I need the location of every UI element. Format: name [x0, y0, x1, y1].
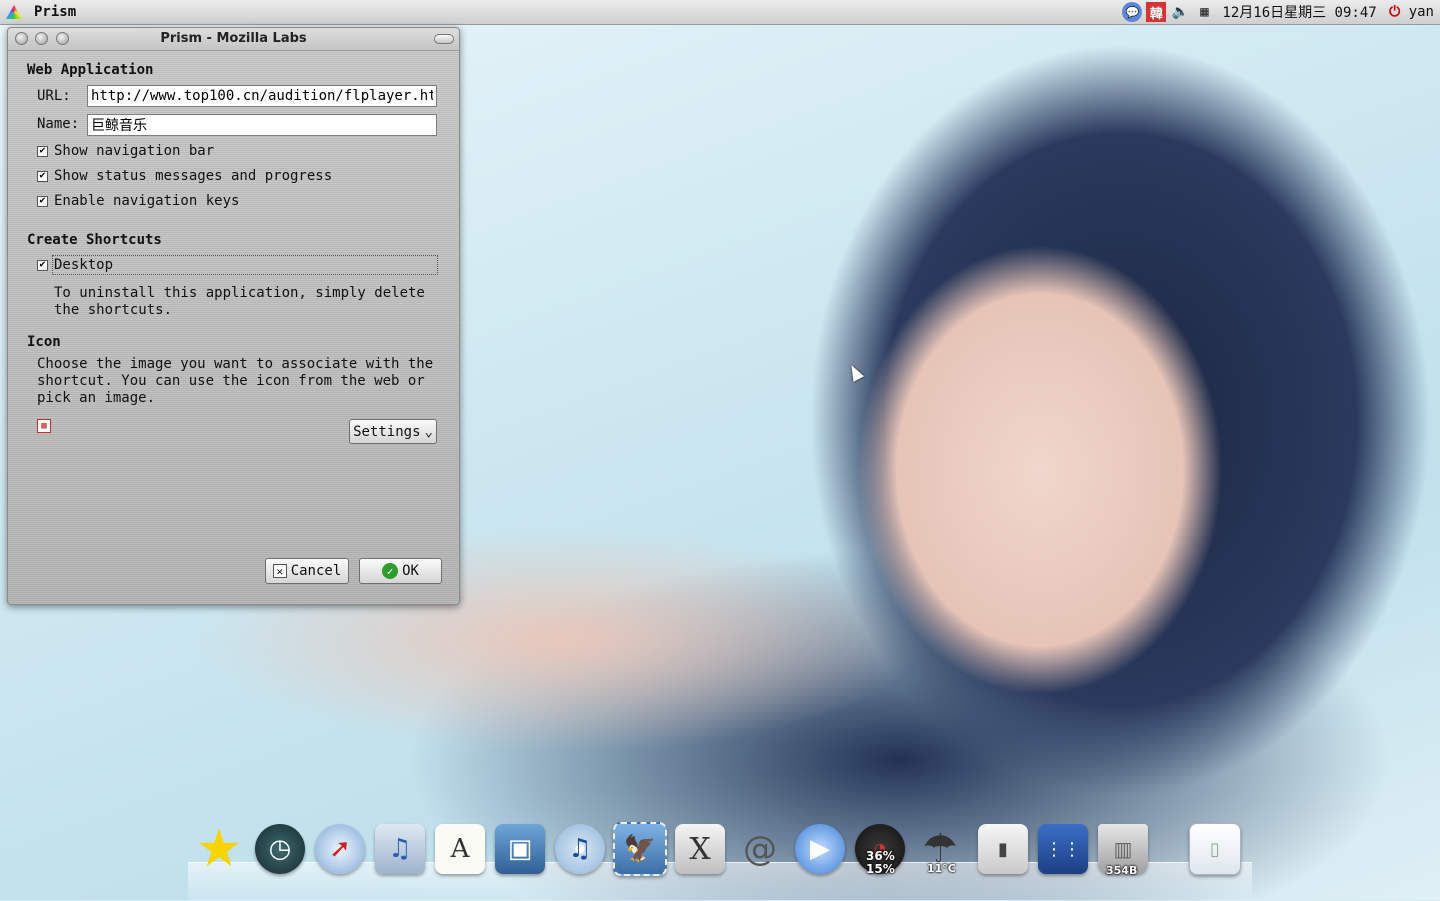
web-application-heading: Web Application — [27, 62, 154, 78]
show-status-messages-option[interactable]: ✔ Show status messages and progress — [37, 168, 332, 184]
desktop-shortcut-checkbox[interactable]: ✔ — [37, 259, 48, 271]
uninstall-help-line: the shortcuts. — [54, 302, 173, 318]
cpu-usage-top: 36% — [866, 849, 895, 863]
stack-icon: ▯ — [1189, 823, 1241, 875]
clock-icon: ◷ — [255, 824, 305, 874]
window-shade-button[interactable] — [434, 34, 454, 44]
uninstall-help-line: To uninstall this application, simply de… — [54, 285, 425, 301]
music-note-icon: ♫ — [375, 824, 425, 874]
settings-label: Settings — [353, 423, 421, 440]
dock-item-chat[interactable]: X — [673, 822, 727, 876]
toggle-icon: ▮ — [978, 824, 1028, 874]
chat-icon: X — [675, 824, 725, 874]
dock-item-cpu-monitor[interactable]: ◔ 36% 15% — [853, 822, 907, 876]
username[interactable]: yan — [1409, 4, 1434, 20]
compass-icon: ➚ — [315, 824, 365, 874]
settings-dropdown-button[interactable]: Settings ⌄ — [349, 419, 437, 444]
camera-icon: ▶ — [795, 824, 845, 874]
dock-item-toggle[interactable]: ▮ — [976, 822, 1030, 876]
icon-heading: Icon — [27, 334, 61, 350]
ok-button[interactable]: ✓ OK — [359, 558, 442, 584]
icon-help-line: shortcut. You can use the icon from the … — [37, 373, 425, 389]
dock-item-itunes[interactable]: ♫ — [553, 822, 607, 876]
show-status-messages-checkbox[interactable]: ✔ — [37, 170, 48, 182]
show-navigation-bar-label: Show navigation bar — [54, 143, 215, 159]
desktop-shortcut-label: Desktop — [54, 257, 114, 273]
dock-item-itunes-doc[interactable]: ♫ — [373, 822, 427, 876]
url-label: URL: — [37, 88, 71, 104]
chevron-down-icon: ⌄ — [424, 423, 433, 440]
enable-navigation-keys-label: Enable navigation keys — [54, 193, 240, 209]
icon-help-line: Choose the image you want to associate w… — [37, 356, 434, 372]
dock-item-favorites[interactable]: ★ — [192, 819, 246, 879]
star-icon: ★ — [195, 819, 243, 879]
dock-item-safari[interactable]: ➚ — [313, 822, 367, 876]
input-method-icon[interactable]: 韓 — [1146, 2, 1167, 22]
close-icon: ✕ — [272, 564, 287, 578]
app-name: Prism — [34, 4, 77, 20]
prism-logo-icon — [4, 2, 24, 22]
show-status-messages-label: Show status messages and progress — [54, 168, 333, 184]
volume-icon[interactable]: 🔈 — [1170, 2, 1190, 22]
create-shortcuts-heading: Create Shortcuts — [27, 232, 162, 248]
app-icon-preview[interactable]: ▦ — [37, 419, 51, 433]
power-icon[interactable]: ⏻ — [1385, 2, 1405, 22]
desktop-shortcut-option[interactable]: ✔ Desktop — [37, 257, 113, 273]
url-input[interactable] — [87, 85, 437, 107]
window-titlebar[interactable]: Prism - Mozilla Labs — [8, 28, 459, 51]
dock-item-time-machine[interactable]: ◷ — [253, 822, 307, 876]
at-icon: @ — [743, 829, 777, 869]
dock-item-mail-stamp[interactable]: 🦅 — [613, 822, 667, 876]
dock-item-text-edit[interactable]: A — [433, 822, 487, 876]
chat-bubble-icon[interactable]: 💬 — [1122, 2, 1143, 22]
document-icon: A — [435, 824, 485, 874]
clock[interactable]: 12月16日星期三 09:47 — [1222, 2, 1376, 22]
cancel-label: Cancel — [290, 563, 342, 579]
dock-item-spaces[interactable]: ⋮⋮ — [1036, 822, 1090, 876]
dock-item-documents-stack[interactable]: ▯ — [1188, 822, 1242, 876]
dock-item-video-chat[interactable]: ▶ — [793, 822, 847, 876]
icon-help-line: pick an image. — [37, 390, 156, 406]
enable-navigation-keys-checkbox[interactable]: ✔ — [37, 195, 48, 207]
dock-item-weather[interactable]: ☂ 11°C — [913, 822, 967, 876]
dock-item-trash[interactable]: ▥ 354B — [1096, 822, 1150, 877]
cpu-usage-bottom: 15% — [866, 862, 895, 876]
photo-icon: ▣ — [495, 824, 545, 874]
window-title: Prism - Mozilla Labs — [160, 31, 307, 46]
top-panel: Prism 💬 韓 🔈 ▦ 12月16日星期三 09:47 ⏻ yan — [0, 0, 1440, 25]
dock-item-iphoto[interactable]: ▣ — [493, 822, 547, 876]
show-navigation-bar-option[interactable]: ✔ Show navigation bar — [37, 143, 214, 159]
system-tray: 💬 韓 🔈 ▦ 12月16日星期三 09:47 ⏻ yan — [1122, 2, 1434, 22]
weather-temperature: 11°C — [927, 862, 956, 875]
cancel-button[interactable]: ✕ Cancel — [265, 558, 349, 584]
show-navigation-bar-checkbox[interactable]: ✔ — [37, 145, 48, 157]
ok-label: OK — [402, 563, 419, 579]
prism-dialog: Prism - Mozilla Labs Web Application URL… — [7, 27, 460, 605]
network-icon[interactable]: ▦ — [1194, 2, 1214, 22]
enable-navigation-keys-option[interactable]: ✔ Enable navigation keys — [37, 193, 239, 209]
stamp-icon: 🦅 — [613, 822, 667, 876]
app-menu[interactable]: Prism — [4, 2, 76, 22]
name-input[interactable] — [87, 114, 437, 136]
icon-help-text: Choose the image you want to associate w… — [37, 356, 433, 407]
checkmark-icon: ✓ — [382, 563, 399, 579]
trash-size: 354B — [1106, 864, 1138, 877]
name-label: Name: — [37, 116, 80, 132]
spaces-icon: ⋮⋮ — [1038, 824, 1088, 874]
uninstall-help-text: To uninstall this application, simply de… — [54, 285, 425, 319]
dock: ★ ◷ ➚ ♫ A ▣ ♫ 🦅 X @ ▶ ◔ 36% 15% ☂ 11°C ▮… — [188, 818, 1252, 901]
dock-item-mail-at[interactable]: @ — [733, 822, 787, 876]
cd-icon: ♫ — [555, 824, 605, 874]
